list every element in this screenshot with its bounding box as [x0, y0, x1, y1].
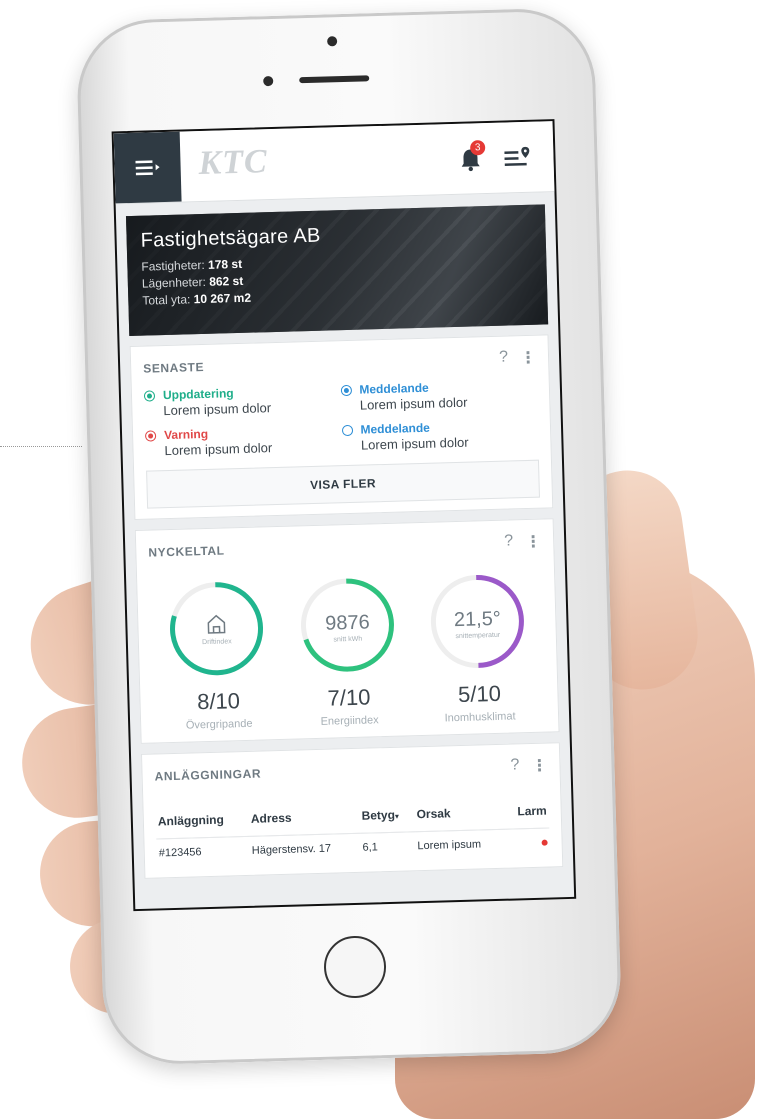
help-icon[interactable]: ?: [510, 756, 519, 776]
summary-label: Lägenheter:: [141, 274, 210, 291]
camera-dot: [327, 36, 338, 47]
latest-item[interactable]: Varning Lorem ipsum dolor: [144, 423, 342, 459]
column-header-score[interactable]: Betyg▾: [359, 797, 416, 834]
show-more-button[interactable]: VISA FLER: [146, 459, 540, 509]
help-icon[interactable]: ?: [504, 532, 513, 552]
kpi-card: NYCKELTAL ? ⋮ Driftindex 8/10 Övergripan…: [134, 518, 560, 744]
status-radio-icon: [144, 430, 157, 442]
phone: KTC 3 Fastighetsägare AB Fastigheter: 17…: [75, 6, 623, 1067]
item-text: Lorem ipsum dolor: [163, 400, 272, 419]
facilities-table: Anläggning Adress Betyg▾ Orsak Larm #123…: [155, 793, 550, 868]
status-radio-icon: [341, 424, 353, 437]
notification-badge: 3: [469, 140, 486, 156]
latest-list: Uppdatering Lorem ipsum dolor Meddelande…: [143, 378, 539, 459]
kpi-row: Driftindex 8/10 Övergripande 9876 snitt …: [149, 570, 546, 733]
latest-card: SENASTE ? ⋮ Uppdatering Lorem ipsum dolo…: [129, 334, 554, 520]
gauge-center-value: 21,5°: [454, 608, 502, 631]
summary-value: 178 st: [207, 256, 243, 272]
kpi-gauge: 21,5° snittemperatur: [430, 574, 524, 668]
card-title: NYCKELTAL: [148, 543, 225, 560]
summary-label: Fastigheter:: [141, 257, 209, 274]
kpi-label: Övergripande: [185, 717, 253, 732]
latest-item[interactable]: Meddelande Lorem ipsum dolor: [340, 378, 537, 413]
kpi-label: Energiindex: [320, 714, 379, 728]
summary-value: 10 267 m2: [193, 290, 252, 307]
item-text: Lorem ipsum dolor: [164, 440, 273, 459]
owner-summary-banner: Fastighetsägare AB Fastigheter: 178 st L…: [125, 204, 549, 337]
gauge-center-label: Driftindex: [202, 638, 232, 646]
more-options-icon[interactable]: ⋮: [531, 756, 548, 776]
kpi-energy[interactable]: 9876 snitt kWh 7/10 Energiindex: [286, 573, 410, 728]
summary-value: 862 st: [209, 273, 244, 289]
column-header-address[interactable]: Adress: [248, 798, 361, 837]
facility-reason: Lorem ipsum: [417, 838, 482, 853]
latest-item[interactable]: Uppdatering Lorem ipsum dolor: [143, 383, 341, 419]
summary-label: Total yta:: [142, 292, 194, 308]
kpi-score: 5/10: [457, 680, 502, 708]
kpi-score: 8/10: [196, 688, 241, 715]
kpi-indoor-climate[interactable]: 21,5° snittemperatur 5/10 Inomhusklimat: [416, 570, 540, 725]
more-options-icon[interactable]: ⋮: [520, 348, 537, 368]
menu-button[interactable]: [113, 131, 182, 204]
dotted-line: [0, 446, 82, 447]
ktc-logo: KTC: [198, 143, 269, 183]
kpi-label: Inomhusklimat: [444, 710, 516, 725]
kpi-gauge: Driftindex: [170, 582, 264, 676]
facilities-card: ANLÄGGNINGAR ? ⋮ Anläggning Adress Betyg…: [140, 742, 564, 879]
sort-caret-icon: ▾: [394, 811, 400, 821]
speaker-grille: [299, 75, 370, 84]
facility-score: 6,1: [362, 841, 378, 854]
gauge-center-label: snitt kWh: [333, 636, 362, 644]
home-icon: [207, 614, 226, 634]
column-header-alarm[interactable]: Larm: [503, 793, 550, 830]
card-title: SENASTE: [143, 359, 205, 376]
list-location-icon[interactable]: [504, 146, 531, 169]
top-bar: KTC 3: [113, 121, 555, 205]
facility-id: #123456: [158, 846, 202, 860]
kpi-gauge: 9876 snitt kWh: [300, 578, 394, 672]
gauge-center-value: 9876: [324, 611, 369, 634]
kpi-operations[interactable]: Driftindex 8/10 Övergripande: [155, 577, 279, 732]
item-text: Lorem ipsum dolor: [359, 394, 468, 413]
card-title: ANLÄGGNINGAR: [154, 766, 262, 784]
content: Fastighetsägare AB Fastigheter: 178 st L…: [116, 192, 574, 879]
column-header-label: Betyg: [361, 807, 396, 823]
gauge-center-label: snittemperatur: [455, 632, 501, 640]
status-radio-icon: [143, 390, 156, 402]
menu-icon: [135, 160, 160, 176]
facility-address: Hägerstensv. 17: [251, 842, 332, 857]
owner-name: Fastighetsägare AB: [140, 224, 321, 252]
home-button[interactable]: [323, 935, 387, 999]
alarm-indicator: [541, 839, 548, 846]
item-text: Lorem ipsum dolor: [360, 434, 469, 453]
status-radio-icon: [340, 384, 352, 397]
latest-item[interactable]: Meddelande Lorem ipsum dolor: [341, 418, 538, 453]
kpi-score: 7/10: [327, 684, 371, 711]
front-camera: [263, 75, 274, 87]
column-header-facility[interactable]: Anläggning: [155, 801, 250, 839]
facility-alarm-cell: [505, 828, 550, 858]
column-header-reason[interactable]: Orsak: [414, 794, 505, 832]
help-icon[interactable]: ?: [499, 348, 508, 368]
more-options-icon[interactable]: ⋮: [525, 532, 542, 552]
app-screen: KTC 3 Fastighetsägare AB Fastigheter: 17…: [111, 119, 577, 912]
